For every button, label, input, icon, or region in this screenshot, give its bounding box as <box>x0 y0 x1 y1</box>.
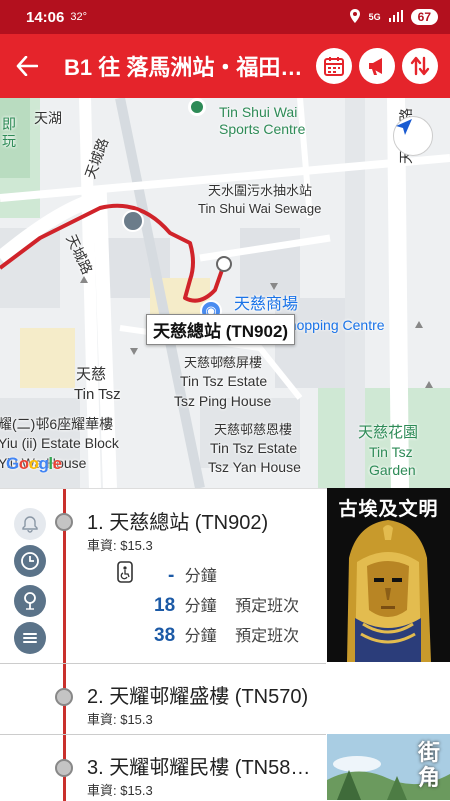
eta-note: 預定班次 <box>235 628 300 645</box>
route-title: B1 往 落馬洲站・福田口岸 <box>64 55 316 80</box>
stop-fare: 車資: $15.3 <box>87 783 153 798</box>
stop-callout: 天慈總站 (TN902) <box>146 314 296 345</box>
map-label-sewage-cn: 天水圍污水抽水站 <box>208 183 313 198</box>
arrow-left-icon <box>16 56 38 76</box>
app-bar: B1 往 落馬洲站・福田口岸 <box>0 34 450 98</box>
map-label-ping-house-en2: Tsz Ping House <box>174 393 272 409</box>
map-label-yan-house-en2: Tsz Yan House <box>208 459 301 475</box>
eta-row-3: 38 分鐘 預定班次 <box>154 622 299 647</box>
calendar-icon <box>324 57 344 76</box>
school-marker-icon <box>122 210 144 232</box>
locate-stop-button[interactable] <box>14 585 46 617</box>
advertisement-banner[interactable]: 古埃及文明 <box>327 488 450 662</box>
eta-minutes: - <box>168 565 175 586</box>
eta-row-2: 18 分鐘 預定班次 <box>154 592 299 617</box>
timetable-side-button[interactable] <box>14 545 46 577</box>
back-button[interactable] <box>0 56 54 76</box>
reverse-direction-button[interactable] <box>402 48 438 84</box>
timetable-button[interactable] <box>316 48 352 84</box>
stop-name: 2. 天耀邨耀盛樓 (TN570) <box>87 686 309 708</box>
megaphone-icon <box>369 58 382 75</box>
list-item-stop-1[interactable]: 1. 天慈總站 (TN902) 車資: $15.3 - 分鐘 18 分鐘 預定班… <box>0 489 326 663</box>
stop-fare: 車資: $15.3 <box>87 712 153 727</box>
alarm-button[interactable] <box>14 508 46 540</box>
list-item-stop-3[interactable]: 3. 天耀邨耀民樓 (TN58… 車資: $15.3 <box>0 735 326 801</box>
eta-minutes: 38 <box>154 625 176 646</box>
stop-name: 1. 天慈總站 (TN902) <box>87 512 269 534</box>
map-label-tin-tsz-en: Tin Tsz <box>74 386 121 403</box>
compass-button[interactable] <box>393 116 433 156</box>
navigation-arrow-icon <box>396 119 412 135</box>
eta-minutes: 18 <box>154 595 176 616</box>
bell-icon <box>22 516 38 533</box>
map-label-ping-house-cn: 天慈邨慈屏樓 <box>184 355 263 370</box>
clock-icon <box>21 552 39 570</box>
map-label-tin-wu: 天湖 <box>34 110 62 126</box>
swap-vertical-icon <box>410 56 430 76</box>
battery-indicator: 67 <box>410 9 438 25</box>
advertisement-banner-2[interactable]: 街角 <box>327 734 450 800</box>
map-label-sports-centre: Tin Shui Wai Sports Centre <box>219 104 306 137</box>
map-label-yiu-en: Yiu (ii) Estate Block <box>0 435 119 451</box>
status-icons: 5G 67 <box>349 8 438 26</box>
status-time: 14:06 <box>26 8 65 26</box>
status-temperature: 32° <box>70 11 88 23</box>
more-options-button[interactable] <box>14 622 46 654</box>
stop-name: 3. 天耀邨耀民樓 (TN58… <box>87 757 311 779</box>
ad-headline: 古埃及文明 <box>338 499 439 520</box>
map-label-sewage-en: Tin Shui Wai Sewage <box>198 201 322 216</box>
wheelchair-bus-icon <box>116 561 134 588</box>
pin-icon <box>24 592 36 610</box>
stop-fare: 車資: $15.3 <box>87 538 153 553</box>
sports-centre-marker[interactable] <box>188 98 206 116</box>
map-label-corner: 即 玩 <box>2 116 16 149</box>
ad2-headline: 街角 <box>418 740 441 790</box>
eta-row-1: - 分鐘 <box>168 562 217 587</box>
map-label-tin-tsz-cn: 天慈 <box>76 366 107 383</box>
eta-note: 預定班次 <box>235 598 300 615</box>
stop-dot <box>55 759 73 777</box>
eta-unit: 分鐘 <box>184 568 217 585</box>
map-label-garden-cn: 天慈花園 <box>358 424 419 441</box>
map-label-garden-en2: Garden <box>369 462 416 478</box>
map-label-ping-house-en1: Tin Tsz Estate <box>180 373 268 389</box>
status-bar: 14:06 32° 5G 67 <box>0 0 450 34</box>
google-logo: Google <box>6 454 62 473</box>
stop-dot <box>55 688 73 706</box>
map-label-yiu-cn: 耀(二)邨6座耀華樓 <box>0 416 114 432</box>
eta-unit: 分鐘 <box>184 628 217 645</box>
signal-icon <box>388 9 403 25</box>
eta-unit: 分鐘 <box>184 598 217 615</box>
map-label-shopping-cn: 天慈商場 <box>234 296 299 313</box>
network-type: 5G <box>368 12 381 22</box>
menu-icon <box>23 633 37 643</box>
bus-stop-marker[interactable] <box>216 256 232 272</box>
route-map[interactable]: ◉ Tin Shui Wai Sports Centre 天湖 天城路 天城路 … <box>0 98 450 488</box>
map-label-garden-en1: Tin Tsz <box>369 444 413 460</box>
announcement-button[interactable] <box>359 48 395 84</box>
location-icon <box>349 8 361 26</box>
stop-dot <box>55 513 73 531</box>
list-item-stop-2[interactable]: 2. 天耀邨耀盛樓 (TN570) 車資: $15.3 <box>0 664 326 734</box>
map-label-yan-house-en1: Tin Tsz Estate <box>210 440 298 456</box>
map-label-yan-house-cn: 天慈邨慈恩樓 <box>214 422 293 437</box>
